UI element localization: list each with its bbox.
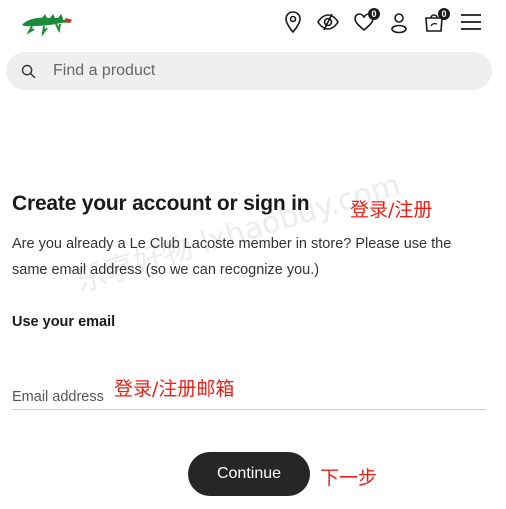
wishlist-button[interactable]: 0 <box>351 8 380 35</box>
page-description: Are you already a Le Club Lacoste member… <box>12 236 452 278</box>
store-locator-icon <box>285 11 301 34</box>
page-title: Create your account or sign in <box>12 192 310 215</box>
cart-count-badge: 0 <box>438 8 450 20</box>
account-user-icon <box>391 13 407 34</box>
email-annotation: 登录/注册邮箱 <box>114 378 235 400</box>
lacoste-crocodile-logo[interactable] <box>20 8 74 38</box>
email-field[interactable] <box>12 385 486 410</box>
search-icon <box>21 64 36 78</box>
accessibility-eye-button[interactable] <box>315 9 341 35</box>
lacoste-crocodile-icon <box>22 14 72 37</box>
store-locator-button[interactable] <box>280 9 306 35</box>
continue-annotation: 下一步 <box>320 467 378 489</box>
search-input[interactable] <box>51 61 455 81</box>
search-bar[interactable] <box>6 52 492 90</box>
title-annotation: 登录/注册 <box>350 199 433 221</box>
menu-button[interactable] <box>458 9 484 35</box>
wishlist-count-badge: 0 <box>368 8 380 20</box>
continue-button[interactable]: Continue <box>188 452 310 496</box>
email-section-label: Use your email <box>12 314 116 330</box>
cart-button[interactable]: 0 <box>421 8 450 35</box>
account-button[interactable] <box>386 9 412 35</box>
menu-icon <box>461 14 481 30</box>
eye-icon <box>317 13 339 31</box>
